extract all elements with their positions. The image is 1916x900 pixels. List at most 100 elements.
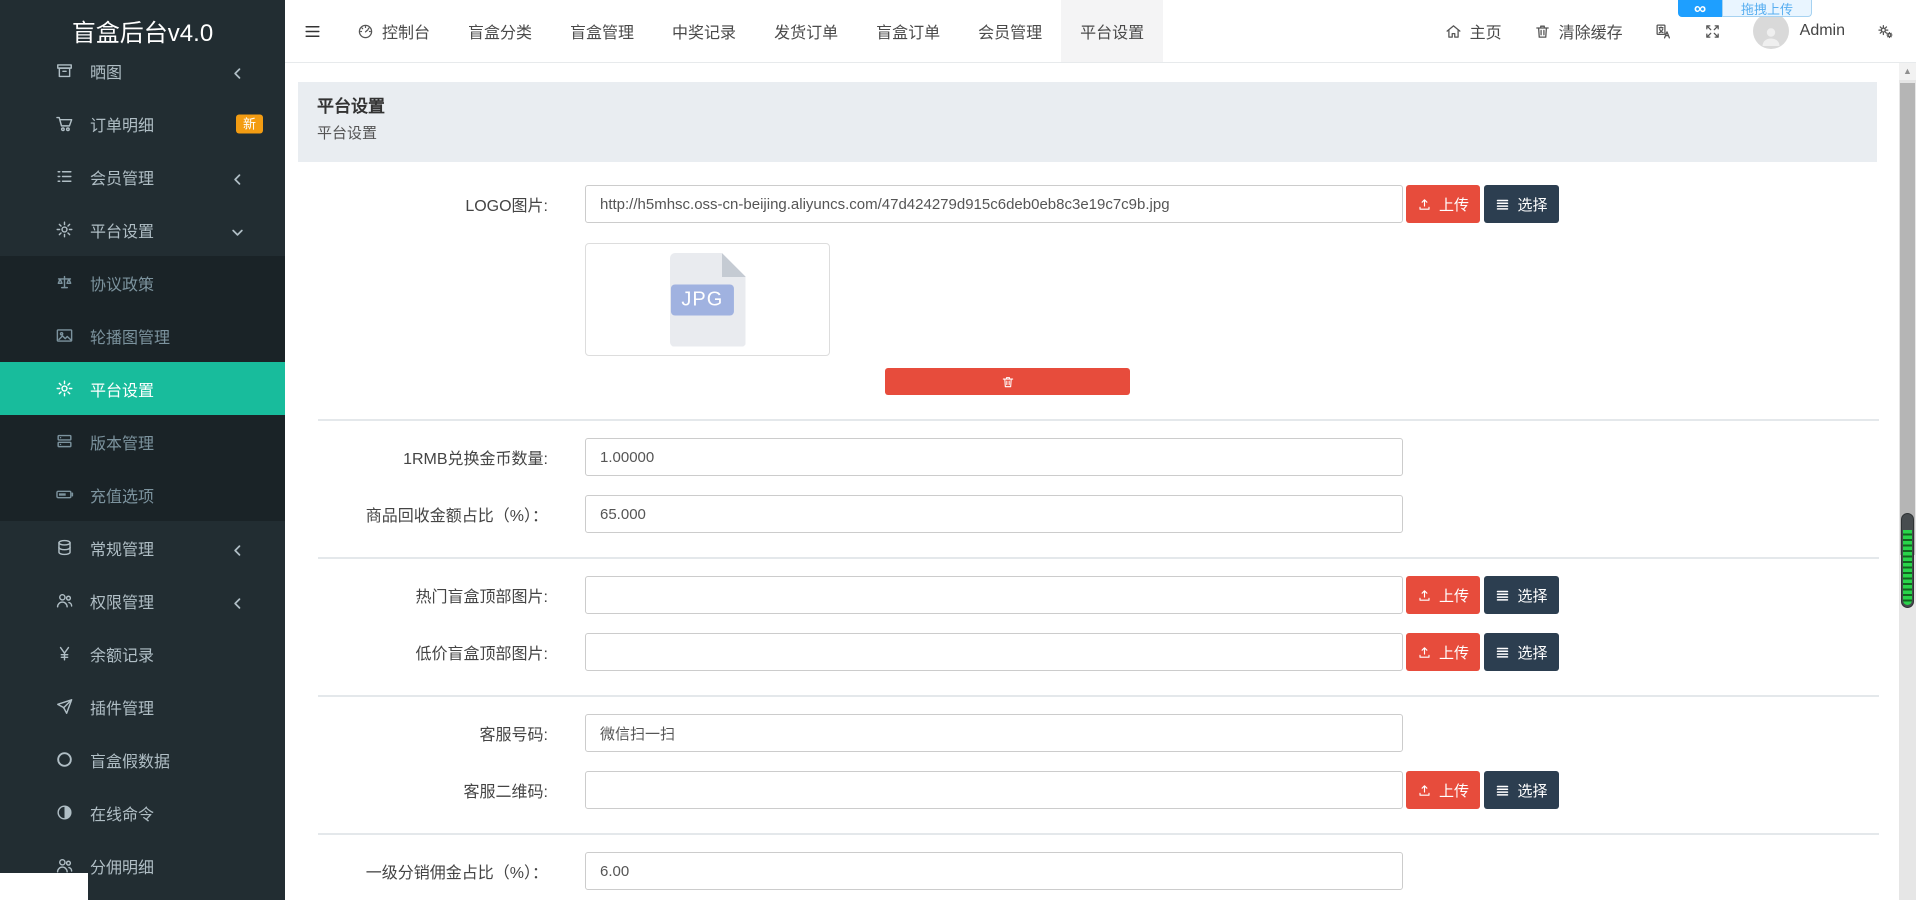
logo-preview: JPG [585, 243, 1899, 395]
form-row-recycle-percent: 商品回收金额占比（%）： [285, 495, 1899, 533]
sidebar-item-box-fake-data[interactable]: 盲盒假数据 [0, 733, 285, 786]
choose-button-customer-service-qrcode[interactable]: 选择 [1484, 771, 1559, 809]
person-icon [1759, 23, 1783, 49]
upload-button-customer-service-qrcode[interactable]: 上传 [1406, 771, 1480, 809]
sidebar-item-label: 会员管理 [90, 165, 154, 189]
delete-image-button[interactable] [885, 368, 1130, 395]
tab-shipping-orders[interactable]: 发货订单 [755, 0, 857, 62]
sidebar-item-balance-records[interactable]: 余额记录 [0, 627, 285, 680]
choose-button-low-price-box-top-image[interactable]: 选择 [1484, 633, 1559, 671]
choose-button-label: 选择 [1517, 585, 1547, 606]
tab-box-manage[interactable]: 盲盒管理 [551, 0, 653, 62]
translate-icon[interactable] [1655, 23, 1672, 40]
circle-icon [55, 750, 74, 769]
sidebar-item-member-manage[interactable]: 会员管理 [0, 150, 285, 203]
upload-widget-button[interactable]: ∞ [1678, 0, 1722, 17]
chevron-down-icon [228, 223, 247, 242]
sidebar-item-order-details[interactable]: 订单明细新 [0, 97, 285, 150]
sidebar-item-platform-settings-sub[interactable]: 平台设置 [0, 362, 285, 415]
sidebar-item-recharge-options[interactable]: 充值选项 [0, 468, 285, 521]
file-type-badge: JPG [670, 284, 734, 315]
sidebar-item-version-manage[interactable]: 版本管理 [0, 415, 285, 468]
sidebar-item-photos[interactable]: 晒图 [0, 44, 285, 97]
sidebar-item-permission-manage[interactable]: 权限管理 [0, 574, 285, 627]
thlist-icon [1495, 588, 1510, 603]
rmb-gold-rate-input[interactable] [585, 438, 1403, 476]
choose-button-logo-image[interactable]: 选择 [1484, 185, 1559, 223]
section-divider [318, 695, 1879, 697]
sidebar-item-label: 平台设置 [90, 377, 154, 401]
scroll-up-arrow-icon[interactable]: ▲ [1899, 63, 1916, 80]
field-label-low-price-box-top-image: 低价盲盒顶部图片: [285, 640, 548, 664]
upload-button-label: 上传 [1439, 194, 1469, 215]
customer-service-number-input[interactable] [585, 714, 1403, 752]
user-menu[interactable]: Admin [1753, 13, 1845, 49]
sidebar-item-platform-settings[interactable]: 平台设置 [0, 203, 285, 256]
section-divider [318, 557, 1879, 559]
upload-button-hot-box-top-image[interactable]: 上传 [1406, 576, 1480, 614]
adjust-icon [55, 803, 74, 822]
field-label-level1-commission-percent: 一级分销佣金占比（%）： [285, 859, 548, 883]
sidebar-item-general-manage[interactable]: 常规管理 [0, 521, 285, 574]
sidebar-item-carousel-manage[interactable]: 轮播图管理 [0, 309, 285, 362]
thlist-icon [1495, 645, 1510, 660]
sidebar-toggle[interactable] [285, 0, 338, 62]
choose-button-hot-box-top-image[interactable]: 选择 [1484, 576, 1559, 614]
fullscreen-icon[interactable] [1704, 23, 1721, 40]
server-icon [55, 432, 74, 451]
sidebar-item-label: 轮播图管理 [90, 324, 170, 348]
tab-box-orders[interactable]: 盲盒订单 [857, 0, 959, 62]
tab-label: 会员管理 [978, 19, 1042, 43]
sidebar-item-label: 分佣明细 [90, 854, 154, 878]
page-title: 平台设置 [317, 97, 1858, 117]
topnav-tabs: 控制台盲盒分类盲盒管理中奖记录发货订单盲盒订单会员管理平台设置 [285, 0, 1163, 62]
sidebar-item-label: 平台设置 [90, 218, 154, 242]
scrollbar[interactable]: ▲ [1899, 63, 1916, 900]
tab-member-manage[interactable]: 会员管理 [959, 0, 1061, 62]
upload-button-low-price-box-top-image[interactable]: 上传 [1406, 633, 1480, 671]
form-row-customer-service-number: 客服号码: [285, 714, 1899, 752]
sidebar-item-label: 插件管理 [90, 695, 154, 719]
sidebar-item-plugin-manage[interactable]: 插件管理 [0, 680, 285, 733]
upload-button-logo-image[interactable]: 上传 [1406, 185, 1480, 223]
sidebar-item-label: 晒图 [90, 59, 122, 83]
chevron-left-icon [228, 64, 247, 83]
tab-label: 控制台 [382, 19, 430, 43]
sidebar-item-online-command[interactable]: 在线命令 [0, 786, 285, 839]
level1-commission-percent-input[interactable] [585, 852, 1403, 890]
scrollbar-thumb[interactable] [1900, 83, 1915, 555]
list-icon [55, 167, 74, 186]
infinity-icon: ∞ [1694, 4, 1706, 14]
sidebar-menu: 晒图订单明细新会员管理平台设置协议政策轮播图管理平台设置版本管理充值选项常规管理… [0, 44, 285, 892]
field-label-rmb-gold-rate: 1RMB兑换金币数量: [285, 445, 548, 469]
form-row-level1-commission-percent: 一级分销佣金占比（%）： [285, 852, 1899, 890]
database-icon [55, 538, 74, 557]
logo-image-input[interactable] [585, 185, 1403, 223]
cart-icon [55, 114, 74, 133]
form-row-hot-box-top-image: 热门盲盒顶部图片:上传选择 [285, 576, 1899, 614]
username: Admin [1800, 22, 1845, 40]
low-price-box-top-image-input[interactable] [585, 633, 1403, 671]
tab-platform-settings[interactable]: 平台设置 [1061, 0, 1163, 62]
rocket-icon [55, 697, 74, 716]
home-link[interactable]: 主页 [1445, 19, 1502, 43]
upload-button-label: 上传 [1439, 780, 1469, 801]
upload-button-label: 上传 [1439, 642, 1469, 663]
trash-icon [1001, 375, 1015, 389]
screen: 盲盒后台v4.0 晒图订单明细新会员管理平台设置协议政策轮播图管理平台设置版本管… [0, 0, 1916, 900]
choose-button-label: 选择 [1517, 780, 1547, 801]
settings-gears-icon[interactable] [1877, 23, 1894, 40]
hot-box-top-image-input[interactable] [585, 576, 1403, 614]
users-icon [55, 591, 74, 610]
clear-cache-link[interactable]: 清除缓存 [1534, 19, 1623, 43]
tab-dashboard[interactable]: 控制台 [338, 0, 449, 62]
tab-label: 发货订单 [774, 19, 838, 43]
recycle-percent-input[interactable] [585, 495, 1403, 533]
tab-box-category[interactable]: 盲盒分类 [449, 0, 551, 62]
file-preview-box[interactable]: JPG [585, 243, 830, 356]
sidebar: 盲盒后台v4.0 晒图订单明细新会员管理平台设置协议政策轮播图管理平台设置版本管… [0, 0, 285, 900]
customer-service-qrcode-input[interactable] [585, 771, 1403, 809]
upload-icon [1417, 588, 1432, 603]
sidebar-item-agreement-policy[interactable]: 协议政策 [0, 256, 285, 309]
tab-prize-records[interactable]: 中奖记录 [653, 0, 755, 62]
